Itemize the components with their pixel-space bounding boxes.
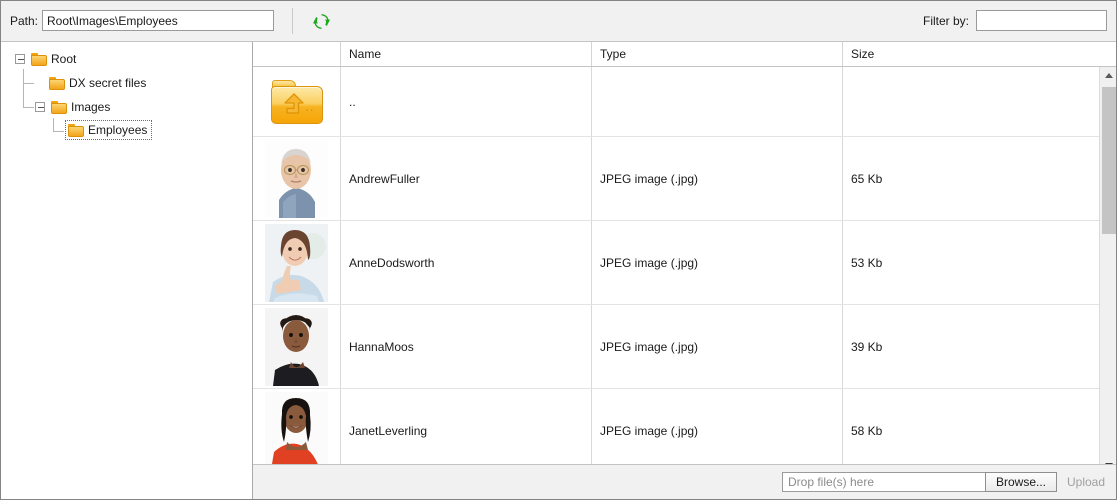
- column-header-thumbnail[interactable]: [253, 42, 341, 66]
- file-grid: Name Type Size .. .. AndrewFuller JPEG i…: [253, 42, 1116, 499]
- folder-icon: [49, 76, 65, 90]
- browse-button[interactable]: Browse...: [985, 472, 1057, 492]
- scroll-up-arrow-icon: [1104, 73, 1113, 78]
- folder-tree-panel: Root DX secret files Images Employees: [1, 42, 253, 499]
- row-name-cell: ..: [341, 67, 592, 136]
- row-thumbnail-cell: [253, 389, 341, 472]
- row-size-cell: [843, 67, 1099, 136]
- row-size-cell: 58 Kb: [851, 423, 883, 438]
- tree-line: [23, 83, 34, 84]
- row-thumbnail-cell: [253, 137, 341, 220]
- photo-thumbnail: [265, 391, 328, 470]
- table-row[interactable]: AndrewFuller JPEG image (.jpg) 65 Kb: [253, 137, 1099, 221]
- tree-item-label: Images: [71, 100, 111, 114]
- tree-line: [23, 69, 24, 108]
- grid-rows: .. .. AndrewFuller JPEG image (.jpg) 65 …: [253, 67, 1099, 474]
- path-input[interactable]: [42, 10, 274, 31]
- top-toolbar: Path: Filter by:: [1, 1, 1116, 42]
- toolbar-separator: [292, 8, 293, 34]
- row-type-cell: JPEG image (.jpg): [592, 221, 843, 304]
- folder-icon: [68, 123, 84, 137]
- row-size-cell: 53 Kb: [851, 255, 883, 270]
- column-header-name[interactable]: Name: [341, 42, 592, 66]
- row-name-cell: AndrewFuller: [341, 137, 592, 220]
- folder-icon: [31, 52, 47, 66]
- tree-item-root[interactable]: Root: [15, 49, 76, 69]
- row-type-cell: JPEG image (.jpg): [592, 137, 843, 220]
- up-folder-icon: ..: [270, 79, 323, 124]
- filter-label: Filter by:: [923, 14, 970, 28]
- refresh-icon: [312, 14, 330, 29]
- row-type-cell: JPEG image (.jpg): [592, 389, 843, 472]
- row-thumbnail-cell: ..: [253, 67, 341, 136]
- drop-files-input[interactable]: [782, 472, 985, 492]
- tree-item-dx-secret-files[interactable]: DX secret files: [49, 73, 146, 93]
- table-row[interactable]: JanetLeverling JPEG image (.jpg) 58 Kb: [253, 389, 1099, 473]
- tree-line: [23, 107, 34, 108]
- table-row[interactable]: AnneDodsworth JPEG image (.jpg) 53 Kb: [253, 221, 1099, 305]
- up-arrow-icon: [283, 92, 304, 114]
- tree-line: [53, 131, 64, 132]
- scrollbar-thumb[interactable]: [1102, 87, 1116, 234]
- filter-input[interactable]: [976, 10, 1107, 31]
- row-name-cell: AnneDodsworth: [341, 221, 592, 304]
- tree-item-employees[interactable]: Employees: [65, 120, 153, 140]
- row-size-cell: 65 Kb: [851, 171, 883, 186]
- photo-thumbnail: [265, 307, 328, 386]
- expander-collapse-icon[interactable]: [15, 54, 25, 64]
- tree-item-label: Root: [51, 52, 77, 66]
- tree-line: [53, 118, 54, 132]
- tree-item-images[interactable]: Images: [35, 97, 110, 117]
- grid-header-row: Name Type Size: [253, 42, 1116, 67]
- vertical-scrollbar[interactable]: [1099, 67, 1116, 474]
- photo-thumbnail: [265, 223, 328, 302]
- up-folder-dots: ..: [305, 98, 315, 114]
- path-label: Path:: [10, 14, 39, 28]
- row-name-cell: HannaMoos: [341, 305, 592, 388]
- column-header-size[interactable]: Size: [843, 42, 1099, 66]
- row-type-cell: JPEG image (.jpg): [592, 305, 843, 388]
- table-row[interactable]: HannaMoos JPEG image (.jpg) 39 Kb: [253, 305, 1099, 389]
- table-row[interactable]: .. ..: [253, 67, 1099, 137]
- tree-item-label: DX secret files: [69, 76, 147, 90]
- scroll-up-button[interactable]: [1100, 67, 1116, 84]
- file-manager-window: Path: Filter by: Root: [0, 0, 1117, 500]
- row-thumbnail-cell: [253, 305, 341, 388]
- upload-toolbar: Browse... Upload: [253, 464, 1116, 499]
- row-size-cell: 39 Kb: [851, 339, 883, 354]
- tree-item-label: Employees: [88, 123, 148, 137]
- row-thumbnail-cell: [253, 221, 341, 304]
- upload-button: Upload: [1066, 475, 1106, 489]
- photo-thumbnail: [265, 139, 328, 218]
- folder-icon: [51, 100, 67, 114]
- expander-collapse-icon[interactable]: [35, 102, 45, 112]
- column-header-type[interactable]: Type: [592, 42, 843, 66]
- row-name-cell: JanetLeverling: [341, 389, 592, 472]
- refresh-button[interactable]: [309, 10, 333, 33]
- row-type-cell: [592, 67, 843, 136]
